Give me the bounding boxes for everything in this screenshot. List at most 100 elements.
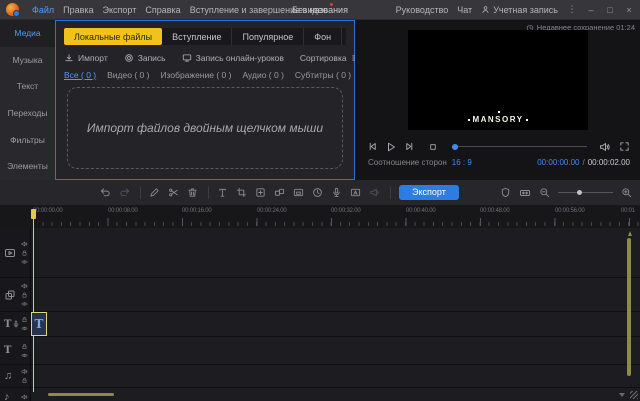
maximize-button[interactable]: □	[605, 5, 615, 15]
visibility-eye-icon[interactable]	[21, 300, 28, 307]
mosaic-button[interactable]	[274, 187, 285, 198]
voiceover-button[interactable]	[331, 187, 342, 198]
visibility-eye-icon[interactable]	[21, 258, 28, 265]
announce-button[interactable]	[369, 187, 380, 198]
ruler-label: 00:01	[621, 208, 635, 214]
video-preview[interactable]: MANSORY	[408, 30, 588, 130]
horizontal-scrollbar[interactable]	[48, 393, 114, 396]
mute-speaker-icon[interactable]	[21, 282, 28, 289]
app-logo-icon[interactable]	[6, 3, 19, 16]
tab-intro[interactable]: Вступление	[162, 28, 232, 45]
menu-help[interactable]: Справка	[145, 5, 180, 15]
timeline-zoom-knob[interactable]	[577, 190, 582, 195]
zoom-clip-button[interactable]	[255, 187, 266, 198]
text-handle-left[interactable]	[468, 119, 470, 121]
record-online-lessons-button[interactable]: Запись онлайн-уроков	[182, 53, 284, 63]
filter-all[interactable]: Все ( 0 )	[64, 70, 96, 80]
sidebar-item-elements[interactable]: Элементы	[0, 153, 55, 180]
sidebar-item-media[interactable]: Медиа	[0, 20, 55, 47]
lock-icon[interactable]	[21, 343, 28, 350]
playback-slider-knob[interactable]	[452, 144, 458, 150]
lock-icon[interactable]	[21, 316, 28, 323]
filter-video[interactable]: Видео ( 0 )	[107, 70, 149, 80]
zoom-in-button[interactable]	[621, 187, 632, 198]
subtitle-recognition-button[interactable]	[350, 187, 361, 198]
vertical-scrollbar-arrow[interactable]	[628, 231, 632, 236]
split-button[interactable]	[168, 187, 179, 198]
minimize-button[interactable]: –	[586, 5, 596, 15]
timeline-ruler[interactable]: 00:00:00.00 00:00:08.00 00:00:16.00 00:0…	[0, 205, 640, 228]
visibility-eye-icon[interactable]	[21, 325, 28, 332]
sidebar-item-music[interactable]: Музыка	[0, 47, 55, 74]
duration-button[interactable]	[312, 187, 323, 198]
video-track-icon	[4, 247, 16, 259]
volume-icon[interactable]	[599, 141, 611, 153]
delete-button[interactable]	[187, 187, 198, 198]
close-button[interactable]: ×	[624, 5, 634, 15]
sort-button[interactable]: Сортировка	[300, 53, 361, 63]
fullscreen-icon[interactable]	[619, 141, 630, 152]
text-rotate-handle[interactable]	[498, 111, 500, 113]
aspect-ratio-value[interactable]: 16 : 9	[452, 158, 472, 167]
lock-icon[interactable]	[21, 377, 28, 384]
next-frame-button[interactable]	[404, 141, 415, 152]
tab-popular[interactable]: Популярное	[232, 28, 304, 45]
music-track-icon: ♫	[4, 370, 12, 382]
filter-audio[interactable]: Аудио ( 0 )	[242, 70, 283, 80]
record-button[interactable]: Запись	[124, 53, 166, 63]
marker-button[interactable]	[500, 187, 511, 198]
chat-link[interactable]: Чат	[457, 5, 472, 15]
aspect-ratio-label: Соотношение сторон	[368, 158, 447, 167]
text-track-icon: T	[4, 319, 11, 330]
sidebar-item-transitions[interactable]: Переходы	[0, 100, 55, 127]
mute-speaker-icon[interactable]	[21, 368, 28, 375]
text-overlay[interactable]: MANSORY	[408, 115, 588, 124]
video-track[interactable]	[0, 228, 640, 278]
zoom-out-button[interactable]	[539, 187, 550, 198]
edit-button[interactable]	[149, 187, 160, 198]
playback-slider[interactable]	[452, 146, 587, 147]
scroll-down-arrow[interactable]	[619, 393, 625, 397]
guide-link[interactable]: Руководство	[396, 5, 449, 15]
mute-speaker-icon[interactable]	[21, 394, 28, 401]
filter-images[interactable]: Изображение ( 0 )	[160, 70, 231, 80]
menu-file[interactable]: Файл	[32, 5, 54, 15]
tab-background[interactable]: Фон	[304, 28, 342, 45]
export-button[interactable]: Экспорт	[399, 185, 459, 200]
menu-edit[interactable]: Правка	[63, 5, 93, 15]
more-menu-button[interactable]: ⋮	[567, 4, 577, 15]
timeline-zoom-slider[interactable]	[558, 192, 613, 193]
crop-button[interactable]	[236, 187, 247, 198]
play-button[interactable]	[385, 141, 397, 153]
previous-frame-button[interactable]	[367, 141, 378, 152]
stop-button[interactable]	[428, 142, 438, 152]
account-button[interactable]: Учетная запись	[481, 5, 558, 15]
playhead-line[interactable]	[33, 209, 34, 392]
import-dropzone[interactable]: Импорт файлов двойным щелчком мыши	[67, 87, 343, 169]
text-track[interactable]: T	[0, 337, 640, 365]
ruler-label: 00:00:08.00	[108, 208, 138, 214]
undo-button[interactable]	[100, 187, 111, 198]
resize-grip[interactable]	[630, 391, 638, 399]
overlay-track[interactable]	[0, 278, 640, 312]
freeze-frame-button[interactable]	[293, 187, 304, 198]
text-voice-track[interactable]: T	[0, 312, 640, 337]
text-handle-right[interactable]	[526, 119, 528, 121]
tab-local-files[interactable]: Локальные файлы	[64, 28, 162, 45]
music-track[interactable]: ♫	[0, 365, 640, 388]
text-tool-button[interactable]	[217, 187, 228, 198]
selected-text-clip[interactable]: T	[31, 312, 47, 336]
fit-timeline-button[interactable]	[519, 187, 531, 199]
import-button[interactable]: Импорт	[64, 53, 108, 63]
vertical-scrollbar[interactable]	[627, 238, 631, 376]
lock-icon[interactable]	[21, 291, 28, 298]
mute-speaker-icon[interactable]	[21, 240, 28, 247]
visibility-eye-icon[interactable]	[21, 352, 28, 359]
menu-export[interactable]: Экспорт	[103, 5, 137, 15]
sidebar-item-filters[interactable]: Фильтры	[0, 126, 55, 153]
lock-icon[interactable]	[21, 249, 28, 256]
text-voice-track-header: T	[0, 312, 31, 336]
sidebar-item-text[interactable]: Текст	[0, 73, 55, 100]
redo-button[interactable]	[119, 187, 130, 198]
filter-subtitles[interactable]: Субтитры ( 0 )	[295, 70, 351, 80]
